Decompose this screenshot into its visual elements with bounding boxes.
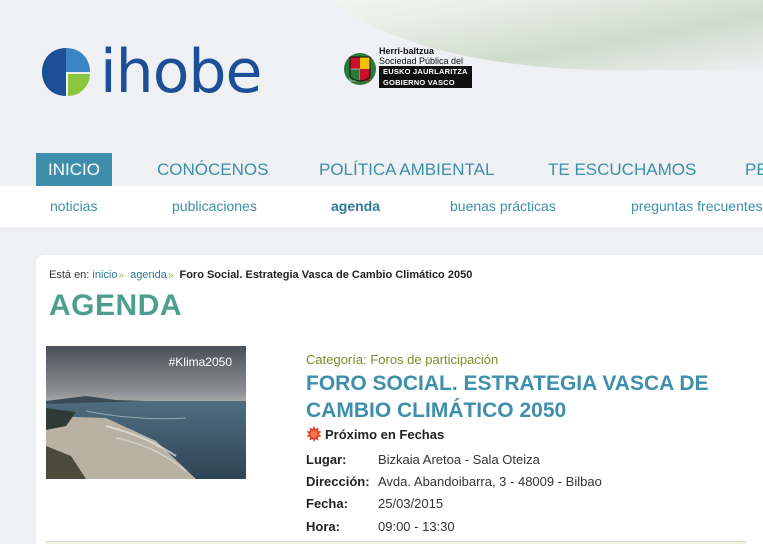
gov-box-line1: EUSKO JAURLARITZA bbox=[379, 66, 472, 77]
nav-inicio[interactable]: INICIO bbox=[36, 153, 112, 186]
site-header: ihobe Herri-baltzua Sociedad Pública del… bbox=[0, 0, 763, 155]
detail-label: Hora: bbox=[306, 518, 340, 534]
coat-of-arms-icon bbox=[343, 49, 377, 87]
brand-name: ihobe bbox=[100, 37, 262, 107]
sub-navigation: noticias publicaciones agenda buenas prá… bbox=[0, 186, 763, 227]
detail-value: Avda. Abandoibarra, 3 - 48009 - Bilbao bbox=[378, 473, 602, 489]
detail-label: Dirección: bbox=[306, 473, 370, 489]
subnav-publicaciones[interactable]: publicaciones bbox=[172, 198, 257, 214]
content-card: Está en: inicio» agenda» Foro Social. Es… bbox=[36, 255, 763, 544]
breadcrumb-inicio[interactable]: inicio bbox=[92, 269, 117, 281]
nav-conocenos[interactable]: CONÓCENOS bbox=[157, 153, 268, 186]
nav-te-escuchamos[interactable]: TE ESCUCHAMOS bbox=[548, 153, 696, 186]
breadcrumb-prefix: Está en: bbox=[49, 269, 90, 281]
event-status: Próximo en Fechas bbox=[306, 426, 444, 442]
breadcrumb-current: Foro Social. Estrategia Vasca de Cambio … bbox=[179, 269, 473, 281]
event-image[interactable]: #Klima2050 bbox=[46, 346, 246, 479]
detail-value: 09:00 - 13:30 bbox=[378, 518, 455, 534]
detail-row-direccion: Dirección: Avda. Abandoibarra, 3 - 48009… bbox=[306, 470, 602, 492]
nav-politica-ambiental[interactable]: POLÍTICA AMBIENTAL bbox=[319, 153, 494, 186]
detail-value: 25/03/2015 bbox=[378, 496, 444, 512]
ihobe-logo[interactable]: ihobe bbox=[40, 37, 262, 107]
main-navigation: INICIO CONÓCENOS POLÍTICA AMBIENTAL TE E… bbox=[0, 153, 763, 187]
detail-row-lugar: Lugar: Bizkaia Aretoa - Sala Oteiza bbox=[306, 448, 602, 470]
subnav-agenda[interactable]: agenda bbox=[331, 198, 380, 214]
nav-pe[interactable]: PE bbox=[745, 153, 763, 186]
subnav-preguntas-frecuentes[interactable]: preguntas frecuentes bbox=[631, 198, 763, 214]
breadcrumb: Está en: inicio» agenda» Foro Social. Es… bbox=[49, 269, 472, 281]
image-hashtag: #Klima2050 bbox=[168, 355, 232, 369]
page-title: AGENDA bbox=[49, 289, 183, 322]
gov-line1: Herri-baltzua bbox=[379, 46, 435, 56]
gov-line2: Sociedad Pública del bbox=[379, 56, 464, 66]
event-category[interactable]: Categoría: Foros de participación bbox=[306, 352, 498, 367]
detail-label: Lugar: bbox=[306, 451, 347, 467]
detail-value: Bizkaia Aretoa - Sala Oteiza bbox=[378, 451, 540, 467]
subnav-noticias[interactable]: noticias bbox=[50, 198, 97, 214]
detail-row-fecha: Fecha: 25/03/2015 bbox=[306, 493, 602, 515]
breadcrumb-separator-icon: » bbox=[167, 270, 174, 281]
detail-label: Fecha: bbox=[306, 496, 348, 512]
gobierno-vasco-logo[interactable]: Herri-baltzua Sociedad Pública del EUSKO… bbox=[343, 46, 472, 88]
event-title[interactable]: FORO SOCIAL. ESTRATEGIA VASCA DE CAMBIO … bbox=[306, 370, 746, 424]
detail-row-hora: Hora: 09:00 - 13:30 bbox=[306, 515, 602, 537]
event-status-label: Próximo en Fechas bbox=[325, 426, 445, 442]
subnav-buenas-practicas[interactable]: buenas prácticas bbox=[450, 198, 556, 214]
event-details: Lugar: Bizkaia Aretoa - Sala Oteiza Dire… bbox=[306, 448, 602, 537]
breadcrumb-separator-icon: » bbox=[118, 270, 125, 281]
leaf-logo-icon bbox=[40, 46, 92, 98]
gov-box-line2: GOBIERNO VASCO bbox=[379, 77, 472, 88]
starburst-icon bbox=[306, 426, 322, 442]
breadcrumb-agenda[interactable]: agenda bbox=[130, 269, 167, 281]
